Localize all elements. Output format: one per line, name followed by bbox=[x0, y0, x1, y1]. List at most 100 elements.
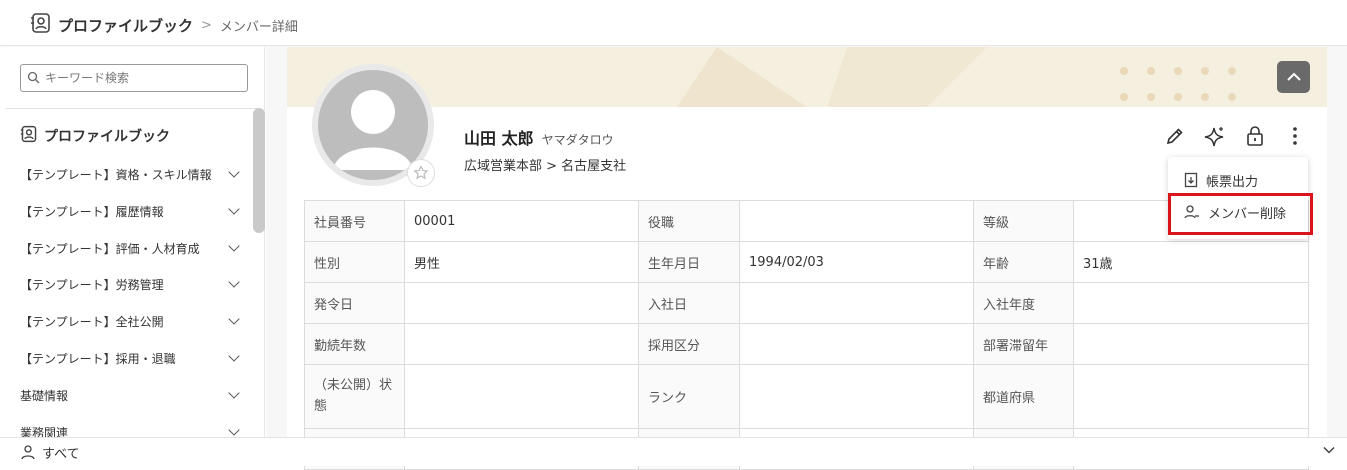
sidebar-item-label: 【テンプレート】採用・退職 bbox=[20, 351, 176, 366]
filter-label: すべて bbox=[42, 446, 80, 462]
field-value bbox=[404, 323, 639, 365]
breadcrumb-root-link[interactable]: プロファイルブック bbox=[58, 15, 193, 36]
field-label: 性別 bbox=[304, 241, 405, 283]
chevron-down-icon bbox=[228, 276, 240, 288]
field-value bbox=[404, 282, 639, 324]
sidebar-item[interactable]: 【テンプレート】労務管理 bbox=[20, 272, 242, 296]
field-label: 部署滞留年 bbox=[973, 323, 1074, 365]
report-download-icon bbox=[1184, 172, 1198, 188]
member-name-text: 山田 太郎 bbox=[464, 129, 534, 148]
pencil-icon bbox=[1166, 128, 1183, 145]
sidebar-item-label: 【テンプレート】評価・人材育成 bbox=[20, 241, 200, 256]
chevron-down-icon bbox=[228, 166, 240, 178]
field-value bbox=[739, 282, 974, 324]
table-row: 発令日 入社日 入社年度 bbox=[304, 282, 1309, 324]
sidebar-item[interactable]: 【テンプレート】資格・スキル情報 bbox=[20, 162, 242, 186]
banner-decoration bbox=[677, 47, 987, 107]
search-icon bbox=[27, 69, 40, 88]
field-value bbox=[1073, 323, 1309, 365]
member-name: 山田 太郎 ヤマダタロウ bbox=[464, 125, 614, 149]
search-box[interactable] bbox=[20, 64, 248, 92]
profile-book-icon bbox=[30, 12, 52, 38]
field-label: 生年月日 bbox=[638, 241, 740, 283]
top-bar: プロファイルブック > メンバー詳細 bbox=[0, 0, 1347, 46]
menu-item-label: 帳票出力 bbox=[1206, 174, 1259, 190]
sidebar-item[interactable]: 【テンプレート】全社公開 bbox=[20, 309, 242, 333]
field-value bbox=[404, 364, 639, 429]
table-row: （未公開）状態 ランク 都道府県 bbox=[304, 364, 1309, 429]
bottom-filter-bar[interactable]: すべて bbox=[0, 437, 1347, 466]
field-label: 入社日 bbox=[638, 282, 740, 324]
field-value bbox=[739, 323, 974, 365]
chevron-down-icon bbox=[228, 240, 240, 252]
sidebar-item-label: 【テンプレート】履歴情報 bbox=[20, 204, 164, 219]
profile-banner bbox=[287, 47, 1327, 107]
sidebar-item-label: 基礎情報 bbox=[20, 388, 69, 403]
field-label: 採用区分 bbox=[638, 323, 740, 365]
chevron-down-icon[interactable] bbox=[1323, 446, 1335, 454]
table-row: 性別 男性 生年月日 1994/02/03 年齢 31歳 bbox=[304, 241, 1309, 283]
field-value bbox=[739, 200, 974, 242]
chevron-up-icon bbox=[1286, 72, 1301, 81]
breadcrumb: プロファイルブック > メンバー詳細 bbox=[30, 12, 298, 38]
decor-dot bbox=[1201, 67, 1209, 75]
ai-sparkle-button[interactable] bbox=[1204, 125, 1226, 147]
collapse-up-button[interactable] bbox=[1277, 61, 1310, 93]
sparkle-icon bbox=[1204, 127, 1224, 147]
decor-dot bbox=[1174, 93, 1182, 101]
decor-dot bbox=[1120, 93, 1128, 101]
sidebar-scrollbar[interactable] bbox=[253, 108, 265, 233]
edit-button[interactable] bbox=[1164, 125, 1186, 147]
breadcrumb-current: メンバー詳細 bbox=[219, 19, 298, 35]
profile-actions bbox=[1164, 125, 1306, 147]
profile-book-icon bbox=[20, 125, 38, 147]
field-value bbox=[739, 364, 974, 429]
sidebar-item[interactable]: 【テンプレート】採用・退職 bbox=[20, 346, 242, 370]
chevron-down-icon bbox=[228, 387, 240, 399]
field-label: 社員番号 bbox=[304, 200, 405, 242]
sidebar-heading: プロファイルブック bbox=[20, 125, 170, 147]
chevron-down-icon bbox=[228, 350, 240, 362]
chevron-down-icon bbox=[228, 424, 240, 436]
sidebar-item-label: 【テンプレート】労務管理 bbox=[20, 277, 164, 292]
chevron-down-icon bbox=[228, 313, 240, 325]
member-info-table: 社員番号 00001 役職 等級 性別 男性 生年月日 1994/02/03 年… bbox=[304, 200, 1309, 470]
sidebar-item[interactable]: 【テンプレート】履歴情報 bbox=[20, 199, 242, 223]
table-row: 社員番号 00001 役職 等級 bbox=[304, 200, 1309, 242]
sidebar-item[interactable]: 基礎情報 bbox=[20, 383, 242, 407]
sidebar: プロファイルブック 【テンプレート】資格・スキル情報 【テンプレート】履歴情報 … bbox=[5, 47, 265, 440]
member-department: 広域営業本部 > 名古屋支社 bbox=[464, 159, 627, 174]
sidebar-heading-label: プロファイルブック bbox=[44, 129, 170, 145]
field-label: 勤続年数 bbox=[304, 323, 405, 365]
more-menu-button[interactable] bbox=[1284, 125, 1306, 147]
lock-button[interactable] bbox=[1244, 125, 1266, 147]
field-label: 年齢 bbox=[973, 241, 1074, 283]
sidebar-item[interactable]: 【テンプレート】評価・人材育成 bbox=[20, 236, 242, 260]
user-icon bbox=[21, 445, 35, 460]
lock-icon bbox=[1247, 126, 1263, 146]
decor-dot bbox=[1147, 67, 1155, 75]
field-value: 00001 bbox=[404, 200, 639, 242]
member-kana: ヤマダタロウ bbox=[541, 133, 614, 147]
favorite-star-button[interactable] bbox=[407, 159, 435, 187]
decor-dot bbox=[1228, 93, 1236, 101]
decor-dot bbox=[1120, 67, 1128, 75]
field-value: 男性 bbox=[404, 241, 639, 283]
more-vertical-icon bbox=[1293, 127, 1297, 145]
chevron-down-icon bbox=[228, 203, 240, 215]
field-label: ランク bbox=[638, 364, 740, 429]
sidebar-divider bbox=[5, 108, 258, 109]
field-value: 1994/02/03 bbox=[739, 241, 974, 283]
menu-item-report-export[interactable]: 帳票出力 bbox=[1168, 165, 1308, 195]
search-input[interactable] bbox=[45, 71, 235, 85]
field-label: 役職 bbox=[638, 200, 740, 242]
main-content: 山田 太郎 ヤマダタロウ 広域営業本部 > 名古屋支社 社員番号 00001 役… bbox=[266, 47, 1347, 470]
field-label: 発令日 bbox=[304, 282, 405, 324]
table-row: 勤続年数 採用区分 部署滞留年 bbox=[304, 323, 1309, 365]
field-value: 31歳 bbox=[1073, 241, 1309, 283]
breadcrumb-separator: > bbox=[201, 17, 212, 33]
decor-dot bbox=[1201, 93, 1209, 101]
field-value bbox=[1073, 282, 1309, 324]
highlight-box bbox=[1168, 193, 1313, 235]
sidebar-item-label: 【テンプレート】全社公開 bbox=[20, 314, 164, 329]
